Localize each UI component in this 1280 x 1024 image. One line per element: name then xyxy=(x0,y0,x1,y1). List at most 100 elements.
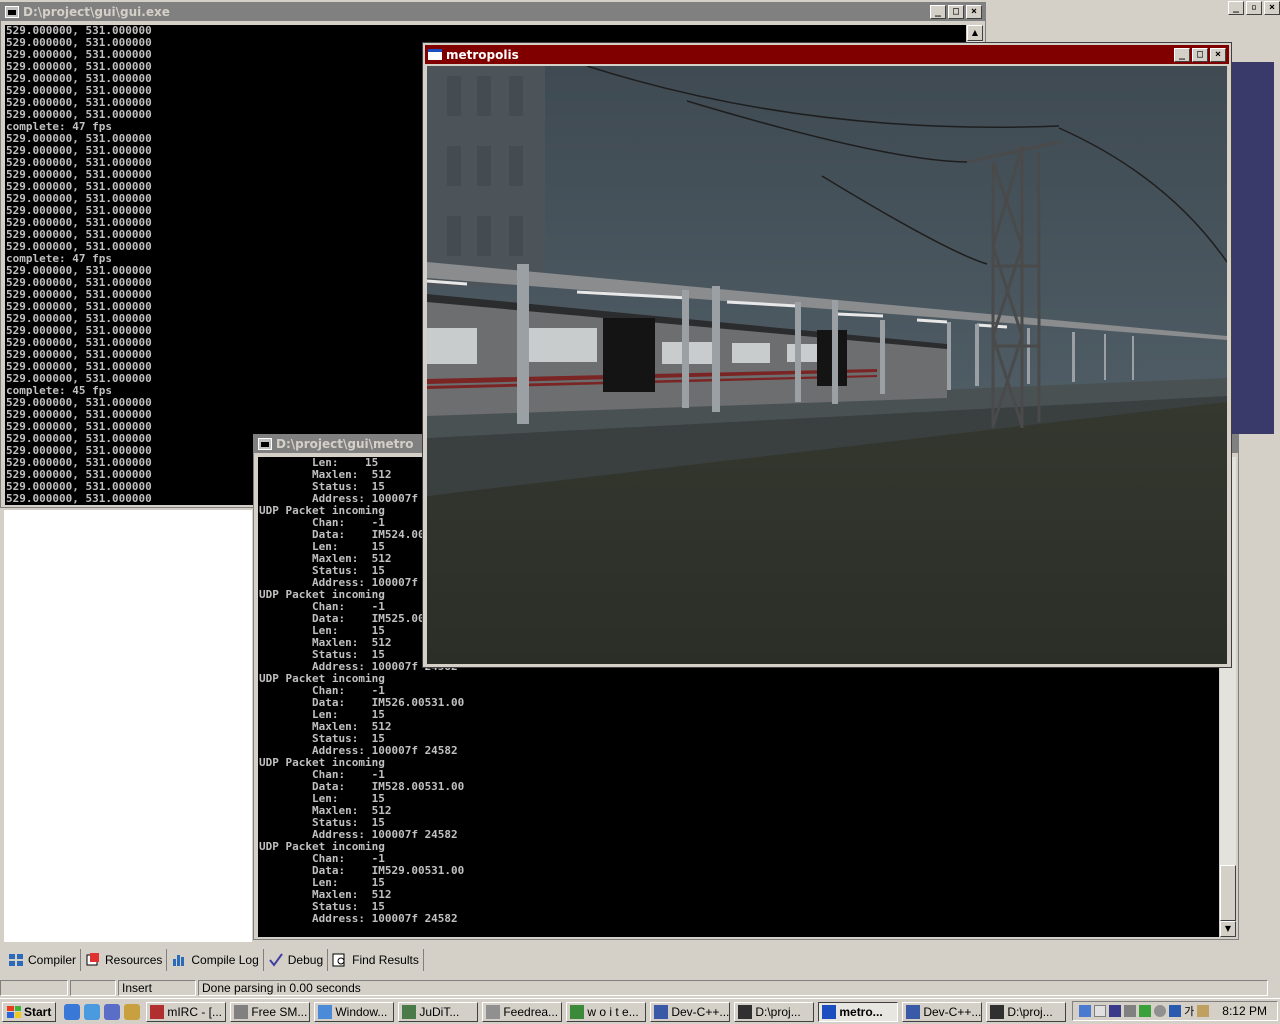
console-icon xyxy=(738,1004,753,1019)
status-panel-empty xyxy=(70,980,116,996)
outlook-icon[interactable] xyxy=(84,1003,101,1020)
devcpp-icon xyxy=(654,1004,669,1019)
console-line: Len: 15 xyxy=(259,876,385,889)
console-icon xyxy=(258,438,272,450)
taskbar-button[interactable]: Feedrea... xyxy=(482,1001,563,1022)
quick-launch xyxy=(64,1003,141,1020)
minimize-button[interactable]: _ xyxy=(1174,47,1190,62)
maximize-button[interactable]: □ xyxy=(1192,47,1208,62)
tab-debug[interactable]: Debug xyxy=(264,949,329,971)
console-line: UDP Packet incoming xyxy=(259,756,385,769)
taskbar-button-label: Window... xyxy=(335,1004,388,1019)
taskbar-button[interactable]: Free SM... xyxy=(230,1001,311,1022)
resources-icon xyxy=(86,953,100,966)
console-line: Address: 100007f 24582 xyxy=(259,744,458,757)
tab-compiler[interactable]: Compiler xyxy=(4,949,82,971)
scroll-up-arrow-icon[interactable]: ▲ xyxy=(967,25,983,41)
metropolis-titlebar[interactable]: metropolis _ □ × xyxy=(425,45,1229,64)
monitor-icon[interactable] xyxy=(1109,1005,1122,1017)
taskbar-button[interactable]: Dev-C++... xyxy=(902,1001,983,1022)
media-player-icon[interactable] xyxy=(104,1003,121,1020)
grid-icon xyxy=(9,954,23,966)
feed-icon xyxy=(486,1004,501,1019)
ime-indicator[interactable]: 가 xyxy=(1184,1003,1194,1019)
taskbar-button[interactable]: Window... xyxy=(314,1001,395,1022)
find-icon xyxy=(332,953,345,967)
taskbar-button-label: Dev-C++... xyxy=(671,1004,730,1019)
windows-logo-icon xyxy=(7,1005,21,1018)
console-line: Data: IM526.00531.00 xyxy=(259,696,465,709)
devcpp-icon xyxy=(906,1004,921,1019)
network-icon[interactable] xyxy=(1079,1005,1092,1017)
devcpp-minimize-button[interactable]: _ xyxy=(1228,1,1244,15)
taskbar-button-label: Dev-C++... xyxy=(923,1004,982,1019)
console-line: UDP Packet incoming xyxy=(259,672,385,685)
console-icon xyxy=(5,6,19,18)
right-side-panel xyxy=(1232,62,1274,434)
system-tray: 가 8:12 PM xyxy=(1072,1001,1278,1021)
speaker-icon[interactable] xyxy=(1124,1005,1137,1017)
tab-label: Resources xyxy=(105,953,163,967)
status-panel-empty xyxy=(0,980,68,996)
shield-icon[interactable] xyxy=(1169,1005,1182,1017)
maximize-button[interactable]: □ xyxy=(948,5,964,19)
close-button[interactable]: × xyxy=(966,5,982,19)
console-main-titlebar[interactable]: D:\project\gui\gui.exe _ □ × xyxy=(1,3,985,21)
start-label: Start xyxy=(24,1004,52,1019)
app-icon[interactable] xyxy=(124,1003,141,1020)
taskbar-button-label: JuDiT... xyxy=(419,1004,460,1019)
taskbar-button[interactable]: Dev-C++... xyxy=(650,1001,731,1022)
console-line: UDP Packet incoming xyxy=(259,840,385,853)
metropolis-3d-viewport[interactable] xyxy=(427,66,1227,664)
devcpp-close-button[interactable]: × xyxy=(1264,1,1280,15)
console-line: Len: 15 xyxy=(259,708,385,721)
taskbar-button-label: metro... xyxy=(839,1004,883,1019)
tab-label: Find Results xyxy=(352,953,419,967)
console-line: Address: 100007f 24582 xyxy=(259,912,458,925)
bar-chart-icon xyxy=(173,955,185,966)
taskbar-button[interactable]: metro... xyxy=(818,1001,899,1022)
tab-label: Compiler xyxy=(28,953,77,967)
gear-icon[interactable] xyxy=(1154,1005,1167,1017)
taskbar-button[interactable]: JuDiT... xyxy=(398,1001,479,1022)
console-line: Maxlen: 512 xyxy=(259,888,392,901)
taskbar-button[interactable]: w o i t e... xyxy=(566,1001,647,1022)
start-button[interactable]: Start xyxy=(2,1001,57,1022)
taskbar-button[interactable]: mIRC - [... xyxy=(146,1001,227,1022)
tab-compile-log[interactable]: Compile Log xyxy=(167,949,264,971)
ie-icon[interactable] xyxy=(64,1003,81,1020)
taskbar-button-label: Feedrea... xyxy=(503,1004,559,1019)
task-buttons: mIRC - [... Free SM... Window... JuDiT... Fe… xyxy=(146,1001,1070,1022)
console-line: Len: 15 xyxy=(259,792,385,805)
clock[interactable]: 8:12 PM xyxy=(1222,1004,1267,1018)
minimize-button[interactable]: _ xyxy=(930,5,946,19)
console-line: Maxlen: 512 xyxy=(259,720,392,733)
devcpp-status-bar: Insert Done parsing in 0.00 seconds xyxy=(0,978,1280,998)
woite-icon xyxy=(570,1004,585,1019)
devcpp-restore-button[interactable]: ▫ xyxy=(1246,1,1262,15)
console-icon xyxy=(990,1004,1005,1019)
scroll-down-arrow-icon[interactable]: ▼ xyxy=(1220,921,1236,937)
metropolis-window: metropolis _ □ × xyxy=(422,42,1232,668)
left-white-area xyxy=(4,510,252,942)
sms-icon xyxy=(234,1004,249,1019)
cloud-icon[interactable] xyxy=(1094,1005,1107,1017)
taskbar-button-label: Free SM... xyxy=(251,1004,308,1019)
close-button[interactable]: × xyxy=(1210,47,1226,62)
taskbar-button-label: mIRC - [... xyxy=(167,1004,223,1019)
taskbar: Start mIRC - [... Free SM... Window... JuDi… xyxy=(0,998,1280,1024)
mirc-icon xyxy=(150,1004,165,1019)
taskbar-button[interactable]: D:\proj... xyxy=(734,1001,815,1022)
console-line: Data: IM529.00531.00 xyxy=(259,864,465,877)
status-message: Done parsing in 0.00 seconds xyxy=(198,980,1268,996)
tab-label: Compile Log xyxy=(191,953,259,967)
tab-resources[interactable]: Resources xyxy=(81,949,168,971)
scroll-thumb[interactable] xyxy=(1220,865,1236,921)
taskbar-button[interactable]: D:\proj... xyxy=(986,1001,1067,1022)
judit-icon xyxy=(402,1004,417,1019)
tab-find-results[interactable]: Find Results xyxy=(328,949,424,971)
console-line: Data: IM528.00531.00 xyxy=(259,780,465,793)
keyboard-icon[interactable] xyxy=(1197,1005,1210,1017)
antivirus-icon[interactable] xyxy=(1139,1005,1152,1017)
taskbar-button-label: w o i t e... xyxy=(587,1004,639,1019)
